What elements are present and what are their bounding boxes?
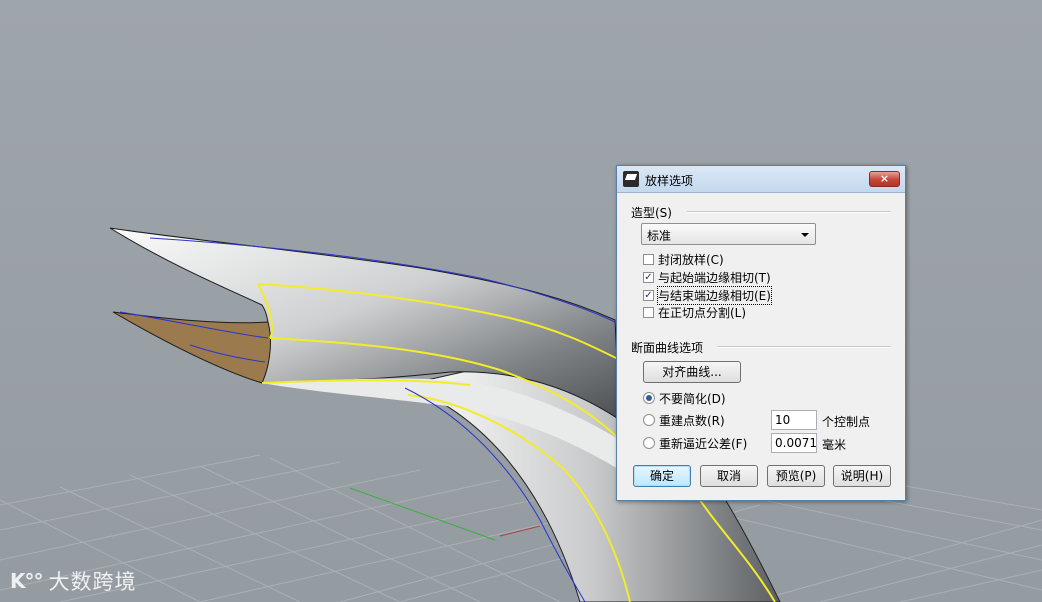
rebuild-points-input[interactable]: 10 [771, 410, 817, 430]
watermark-text: 大数跨境 [48, 570, 137, 594]
rhino-app-icon [623, 171, 639, 187]
dialog-title: 放样选项 [645, 174, 694, 188]
tolerance-unit: 毫米 [822, 438, 847, 452]
control-points-unit: 个控制点 [822, 415, 871, 429]
radio-icon[interactable] [643, 414, 655, 426]
rhino-viewport[interactable]: K°° 大数跨境 放样选项 × 造型(S) 标准 封闭放样(C) ✓ 与起始端边… [0, 0, 1042, 602]
watermark: K°° 大数跨境 [10, 566, 137, 596]
help-button[interactable]: 说明(H) [833, 465, 891, 487]
style-group-divider [687, 211, 891, 213]
checkbox-box[interactable] [643, 306, 654, 318]
checkmark-icon[interactable]: ✓ [643, 289, 654, 301]
start-tangent-label: 与起始端边缘相切(T) [658, 270, 771, 285]
end-tangent-label: 与结束端边缘相切(E) [657, 285, 772, 305]
refit-tolerance-input[interactable]: 0.00712 [771, 433, 817, 453]
do-not-simplify-radio[interactable]: 不要简化(D) [643, 390, 726, 406]
style-dropdown[interactable]: 标准 [641, 223, 816, 245]
chevron-down-icon [801, 233, 809, 237]
inner-surface [112, 311, 271, 384]
rebuild-radio[interactable]: 重建点数(R) [643, 412, 725, 428]
radio-selected-icon[interactable] [643, 392, 655, 404]
section-group-divider [717, 346, 891, 348]
style-dropdown-value: 标准 [647, 229, 672, 243]
loft-options-dialog: 放样选项 × 造型(S) 标准 封闭放样(C) ✓ 与起始端边缘相切(T) ✓ … [616, 165, 906, 501]
split-at-tangents-label: 在正切点分割(L) [658, 305, 747, 320]
watermark-logo: K°° [10, 569, 43, 593]
ok-button[interactable]: 确定 [633, 465, 691, 487]
radio-icon[interactable] [643, 437, 655, 449]
refit-label: 重新逼近公差(F) [659, 436, 748, 451]
closed-loft-checkbox[interactable]: 封闭放样(C) [643, 251, 724, 267]
checkmark-icon[interactable]: ✓ [643, 271, 654, 283]
rebuild-label: 重建点数(R) [659, 413, 725, 428]
end-tangent-checkbox[interactable]: ✓ 与结束端边缘相切(E) [643, 285, 772, 305]
close-button[interactable]: × [869, 171, 900, 187]
align-curves-button[interactable]: 对齐曲线... [643, 361, 741, 383]
dialog-titlebar[interactable]: 放样选项 × [617, 166, 905, 193]
split-at-tangents-checkbox[interactable]: 在正切点分割(L) [643, 304, 746, 320]
closed-loft-label: 封闭放样(C) [658, 252, 724, 267]
do-not-simplify-label: 不要简化(D) [659, 391, 726, 406]
x-axis-line [499, 525, 541, 537]
style-group-label: 造型(S) [631, 206, 672, 220]
y-axis-line [349, 487, 496, 541]
preview-button[interactable]: 预览(P) [767, 465, 825, 487]
checkbox-box[interactable] [643, 253, 654, 265]
refit-radio[interactable]: 重新逼近公差(F) [643, 435, 747, 451]
start-tangent-checkbox[interactable]: ✓ 与起始端边缘相切(T) [643, 269, 771, 285]
section-options-label: 断面曲线选项 [631, 341, 704, 355]
cancel-button[interactable]: 取消 [700, 465, 758, 487]
